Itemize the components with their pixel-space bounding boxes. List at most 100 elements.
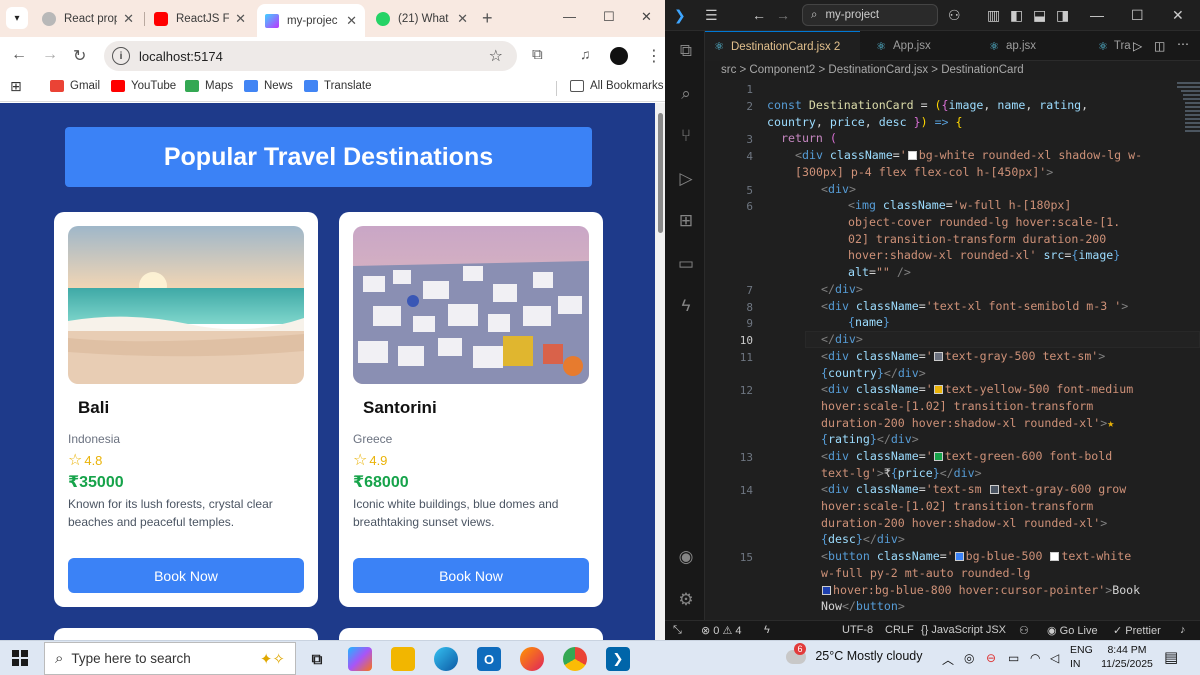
new-tab-icon[interactable]: + [482, 8, 493, 29]
notification-center-icon[interactable]: ▤ [1164, 648, 1178, 666]
menu-kebab-icon[interactable]: ⋮ [646, 46, 662, 66]
notifications-bell-icon[interactable]: ♪ [1180, 624, 1186, 636]
remote-explorer-icon[interactable]: ▭ [675, 253, 697, 275]
lightning-icon[interactable]: ϟ [764, 624, 770, 636]
scrollbar-thumb[interactable] [658, 113, 663, 233]
command-center-search[interactable]: ⌕ my-project [802, 4, 938, 26]
firefox-icon[interactable] [520, 647, 544, 671]
line-number: 12 [739, 384, 753, 397]
editor-tab-active[interactable]: ⚛ DestinationCard.jsx 2 [705, 31, 860, 61]
editor-tab[interactable]: ⚛ App.jsx [867, 31, 972, 61]
run-debug-icon[interactable]: ▷ [675, 168, 697, 190]
forward-icon[interactable]: → [776, 7, 790, 23]
extensions-icon[interactable]: ⧉ [532, 46, 543, 63]
outlook-icon[interactable]: O [477, 647, 501, 671]
task-view-icon[interactable]: ⧉ [305, 647, 329, 671]
clock[interactable]: 8:44 PM 11/25/2025 [1098, 643, 1156, 671]
minimap[interactable] [1175, 80, 1200, 150]
volume-icon[interactable]: ◁ [1050, 651, 1059, 665]
security-icon[interactable]: ⊖ [986, 651, 996, 665]
close-window-icon[interactable]: ✕ [1172, 7, 1184, 24]
whatsapp-icon [376, 11, 390, 26]
back-icon[interactable]: ← [11, 46, 27, 64]
apps-grid-icon[interactable]: ⊞ [10, 78, 22, 95]
toggle-secondary-sidebar-icon[interactable]: ◨ [1056, 7, 1069, 24]
browser-tab[interactable]: ReactJS Fu ✕ [146, 4, 254, 33]
thunder-client-icon[interactable]: ϟ [675, 295, 697, 317]
vscode-taskbar-icon[interactable]: ❯ [606, 647, 630, 671]
page-scrollbar[interactable] [655, 103, 665, 640]
back-icon[interactable]: ← [752, 7, 766, 23]
account-icon[interactable]: ◉ [675, 546, 697, 568]
bookmark-maps[interactable]: Maps [185, 80, 233, 92]
bookmark-gmail[interactable]: Gmail [50, 80, 100, 92]
profile-avatar[interactable] [610, 47, 628, 65]
wifi-icon[interactable]: ◠ [1030, 651, 1040, 665]
close-tab-icon[interactable]: ✕ [235, 11, 246, 27]
media-control-icon[interactable]: ♫ [580, 46, 591, 62]
bookmark-translate[interactable]: Translate [304, 80, 372, 92]
book-now-button[interactable]: Book Now [68, 558, 304, 593]
bookmark-news[interactable]: News [244, 80, 293, 92]
copilot-app-icon[interactable] [348, 647, 372, 671]
weather-widget[interactable]: 6 25°C Mostly cloudy [786, 642, 922, 664]
editor-tab[interactable]: ⚛ Tra [1090, 31, 1131, 61]
copilot-status-icon[interactable]: ⚇ [1019, 624, 1029, 637]
chrome-icon[interactable] [563, 647, 587, 671]
explorer-icon[interactable]: ⧉ [675, 40, 697, 62]
close-tab-icon[interactable]: ✕ [346, 13, 357, 29]
layout-icon[interactable]: ▥ [987, 7, 1000, 24]
network-meet-icon[interactable]: ◎ [964, 651, 974, 665]
battery-icon[interactable]: ▭ [1008, 651, 1019, 665]
language-mode[interactable]: {} JavaScript JSX [921, 624, 1006, 636]
close-tab-icon[interactable]: ✕ [457, 11, 468, 27]
toggle-sidebar-icon[interactable]: ◧ [1010, 7, 1023, 24]
copilot-icon[interactable]: ⚇ [948, 7, 961, 24]
browser-tab[interactable]: React prop ✕ [34, 4, 142, 33]
region-code: IN [1070, 658, 1081, 670]
show-hidden-icons[interactable]: ︿ [942, 651, 954, 668]
minimize-icon[interactable]: — [1090, 7, 1104, 23]
maximize-icon[interactable]: ☐ [1131, 7, 1144, 24]
reload-icon[interactable]: ↻ [73, 46, 86, 66]
minimize-icon[interactable]: — [563, 9, 576, 24]
go-live-button[interactable]: ◉ Go Live [1047, 624, 1098, 637]
remote-indicator-icon[interactable]: ⤡ [673, 624, 682, 637]
encoding-indicator[interactable]: UTF-8 [842, 624, 873, 636]
settings-gear-icon[interactable]: ⚙ [675, 589, 697, 611]
more-actions-icon[interactable]: ⋯ [1177, 37, 1189, 51]
prettier-status[interactable]: ✓ Prettier [1113, 624, 1161, 637]
browser-tab[interactable]: (21) What ✕ [368, 4, 476, 33]
search-icon[interactable]: ⌕ [675, 83, 697, 105]
tab-search-button[interactable]: ▾ [6, 7, 28, 29]
destination-card-partial [54, 628, 318, 640]
browser-tab-active[interactable]: my-projec ✕ [257, 4, 365, 37]
taskbar-search[interactable]: ⌕ Type here to search ✦✧ [44, 642, 296, 675]
run-icon[interactable]: ▷ [1133, 39, 1142, 53]
site-info-icon[interactable]: i [112, 47, 130, 65]
maximize-icon[interactable]: ☐ [603, 9, 615, 25]
forward-icon[interactable]: → [42, 46, 58, 64]
toggle-panel-icon[interactable]: ⬓ [1033, 7, 1046, 24]
book-now-button[interactable]: Book Now [353, 558, 589, 593]
extensions-icon[interactable]: ⊞ [675, 210, 697, 232]
all-bookmarks[interactable]: All Bookmarks [570, 80, 664, 92]
eol-indicator[interactable]: CRLF [885, 624, 914, 636]
editor-tab[interactable]: ⚛ ap.jsx [980, 31, 1080, 61]
close-tab-icon[interactable]: ✕ [123, 11, 134, 27]
problems-indicator[interactable]: ⊗ 0 ⚠ 4 [701, 624, 742, 637]
breadcrumb[interactable]: src > Component2 > DestinationCard.jsx >… [721, 64, 1024, 76]
bookmark-star-icon[interactable]: ☆ [489, 46, 503, 66]
edge-icon[interactable] [434, 647, 458, 671]
source-control-icon[interactable]: ⑂ [675, 125, 697, 147]
split-editor-icon[interactable]: ◫ [1154, 39, 1165, 53]
windows-start-icon[interactable] [12, 650, 28, 666]
file-explorer-icon[interactable] [391, 647, 415, 671]
browser-toolbar: ← → ↻ i localhost:5174 ☆ ⧉ ♫ ⋮ [0, 37, 665, 75]
hamburger-menu-icon[interactable]: ☰ [705, 7, 718, 24]
bookmark-youtube[interactable]: YouTube [111, 80, 176, 92]
close-window-icon[interactable]: ✕ [641, 9, 652, 25]
language-indicator[interactable]: ENG IN [1070, 643, 1093, 671]
address-bar[interactable]: i localhost:5174 ☆ [104, 41, 517, 71]
code-editor[interactable]: 1 2 3 4 5 6 7 8 9 10 11 12 13 14 15 cons… [705, 80, 1200, 620]
